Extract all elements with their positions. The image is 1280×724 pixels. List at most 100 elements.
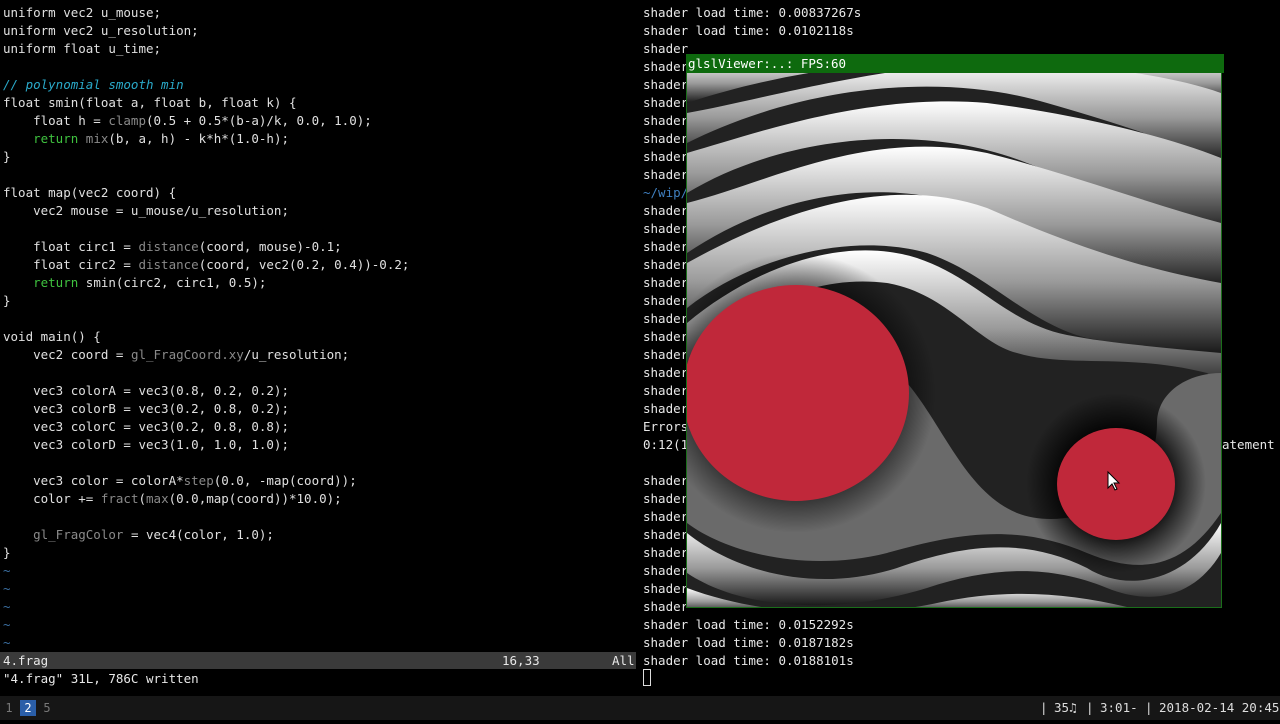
code-line[interactable]: vec3 colorC = vec3(0.2, 0.8, 0.8); xyxy=(3,418,409,436)
code-token: uniform float u_time; xyxy=(3,41,162,56)
empty-line-marker: ~ xyxy=(3,599,11,614)
code-token: return xyxy=(3,275,86,290)
code-token: color += xyxy=(3,491,101,506)
status-scroll: All xyxy=(612,653,635,668)
code-token: } xyxy=(3,293,11,308)
code-token: (0.0,map(coord))*10.0); xyxy=(168,491,342,506)
code-line[interactable] xyxy=(3,58,409,76)
code-line[interactable]: ~ xyxy=(3,598,409,616)
code-line[interactable]: color += fract(max(0.0,map(coord))*10.0)… xyxy=(3,490,409,508)
code-line[interactable]: // polynomial smooth min xyxy=(3,76,409,94)
code-token: uniform vec2 u_resolution; xyxy=(3,23,199,38)
code-line[interactable] xyxy=(3,310,409,328)
code-token: float circ2 = xyxy=(3,257,139,272)
code-line[interactable]: vec3 color = colorA*step(0.0, -map(coord… xyxy=(3,472,409,490)
code-token: vec3 colorB = vec3(0.2, 0.8, 0.2); xyxy=(3,401,289,416)
workspace-2[interactable]: 2 xyxy=(20,700,36,716)
code-line[interactable]: } xyxy=(3,544,409,562)
terminal-line: shader load time: 0.0102118s xyxy=(643,23,854,38)
code-token: (coord, vec2(0.2, 0.4))-0.2; xyxy=(198,257,410,272)
glslviewer-window[interactable]: glslViewer:..: FPS:60 xyxy=(686,54,1224,608)
workspace-5[interactable]: 5 xyxy=(39,700,55,716)
divider: | xyxy=(1145,700,1153,715)
code-line[interactable]: float h = clamp(0.5 + 0.5*(b-a)/k, 0.0, … xyxy=(3,112,409,130)
code-token: (0.5 + 0.5*(b-a)/k, 0.0, 1.0); xyxy=(146,113,372,128)
code-line[interactable] xyxy=(3,220,409,238)
code-token: vec3 colorC = vec3(0.2, 0.8, 0.8); xyxy=(3,419,289,434)
terminal-overflow-text: atement xyxy=(1222,437,1275,452)
code-token: vec2 mouse = u_mouse/u_resolution; xyxy=(3,203,289,218)
code-token: distance xyxy=(138,239,199,254)
code-line[interactable]: ~ xyxy=(3,580,409,598)
code-line[interactable]: vec3 colorB = vec3(0.2, 0.8, 0.2); xyxy=(3,400,409,418)
code-line[interactable] xyxy=(3,454,409,472)
empty-line-marker: ~ xyxy=(3,563,11,578)
code-line[interactable]: vec3 colorA = vec3(0.8, 0.2, 0.2); xyxy=(3,382,409,400)
code-token: ( xyxy=(138,491,147,506)
code-line[interactable]: vec2 mouse = u_mouse/u_resolution; xyxy=(3,202,409,220)
divider: | xyxy=(1040,700,1048,715)
code-line[interactable] xyxy=(3,166,409,184)
code-token: distance xyxy=(138,257,199,272)
code-token: vec3 colorD = vec3(1.0, 1.0, 1.0); xyxy=(3,437,289,452)
code-token: vec2 coord = xyxy=(3,347,131,362)
code-token: return xyxy=(3,131,86,146)
code-line[interactable]: return mix(b, a, h) - k*h*(1.0-h); xyxy=(3,130,409,148)
code-line[interactable]: gl_FragColor = vec4(color, 1.0); xyxy=(3,526,409,544)
code-line[interactable]: void main() { xyxy=(3,328,409,346)
viewer-titlebar[interactable]: glslViewer:..: FPS:60 xyxy=(686,54,1224,73)
code-line[interactable]: uniform float u_time; xyxy=(3,40,409,58)
code-line[interactable]: ~ xyxy=(3,562,409,580)
status-cursor-position: 16,33 xyxy=(502,653,540,668)
shader-blob-large xyxy=(687,285,909,501)
code-token: = vec4(color, 1.0); xyxy=(123,527,274,542)
code-token: uniform vec2 u_mouse; xyxy=(3,5,162,20)
code-token: void main() { xyxy=(3,329,101,344)
empty-line-marker: ~ xyxy=(3,617,11,632)
code-line[interactable]: uniform vec2 u_mouse; xyxy=(3,4,409,22)
terminal-line: shader load time: 0.0188101s xyxy=(643,653,854,668)
code-line[interactable]: vec3 colorD = vec3(1.0, 1.0, 1.0); xyxy=(3,436,409,454)
code-token: // polynomial smooth min xyxy=(3,77,184,92)
code-line[interactable]: } xyxy=(3,292,409,310)
code-line[interactable]: float smin(float a, float b, float k) { xyxy=(3,94,409,112)
volume-indicator: 35♫ xyxy=(1054,700,1077,715)
code-token: float h = xyxy=(3,113,109,128)
shader-blob-small xyxy=(1057,428,1175,540)
code-line[interactable]: float map(vec2 coord) { xyxy=(3,184,409,202)
terminal-line: shader load time: 0.0187182s xyxy=(643,635,854,650)
code-token: /u_resolution; xyxy=(243,347,350,362)
workspace-1[interactable]: 1 xyxy=(1,700,17,716)
code-token: clamp xyxy=(108,113,146,128)
code-area[interactable]: uniform vec2 u_mouse;uniform vec2 u_reso… xyxy=(3,4,409,652)
terminal-line: shader load time: 0.00837267s xyxy=(643,5,862,20)
code-token: step xyxy=(183,473,214,488)
code-line[interactable] xyxy=(3,364,409,382)
clock: 2018-02-14 20:45 xyxy=(1159,700,1280,715)
empty-line-marker: ~ xyxy=(3,635,11,650)
code-line[interactable]: float circ2 = distance(coord, vec2(0.2, … xyxy=(3,256,409,274)
vim-message-line: "4.frag" 31L, 786C written xyxy=(3,671,199,686)
code-line[interactable] xyxy=(3,508,409,526)
code-line[interactable]: ~ xyxy=(3,634,409,652)
code-token: max xyxy=(146,491,169,506)
code-token: (coord, mouse)-0.1; xyxy=(198,239,342,254)
code-line[interactable]: float circ1 = distance(coord, mouse)-0.1… xyxy=(3,238,409,256)
code-line[interactable]: vec2 coord = gl_FragCoord.xy/u_resolutio… xyxy=(3,346,409,364)
code-line[interactable]: } xyxy=(3,148,409,166)
code-line[interactable]: return smin(circ2, circ1, 0.5); xyxy=(3,274,409,292)
vim-editor[interactable]: uniform vec2 u_mouse;uniform vec2 u_reso… xyxy=(0,0,636,652)
taskbar: 125 | 35♫ | 3:01- | 2018-02-14 20:45 xyxy=(0,696,1280,720)
code-line[interactable]: uniform vec2 u_resolution; xyxy=(3,22,409,40)
code-token: vec3 colorA = vec3(0.8, 0.2, 0.2); xyxy=(3,383,289,398)
code-token: gl_FragColor xyxy=(3,527,124,542)
code-line[interactable]: ~ xyxy=(3,616,409,634)
empty-line-marker: ~ xyxy=(3,581,11,596)
code-token: } xyxy=(3,149,11,164)
battery-indicator: 3:01- xyxy=(1100,700,1138,715)
shader-canvas[interactable] xyxy=(687,73,1221,607)
code-token: fract xyxy=(100,491,139,506)
code-token: smin(circ2, circ1, 0.5); xyxy=(85,275,267,290)
code-token: vec3 color = colorA* xyxy=(3,473,184,488)
status-filename: 4.frag xyxy=(3,653,49,668)
